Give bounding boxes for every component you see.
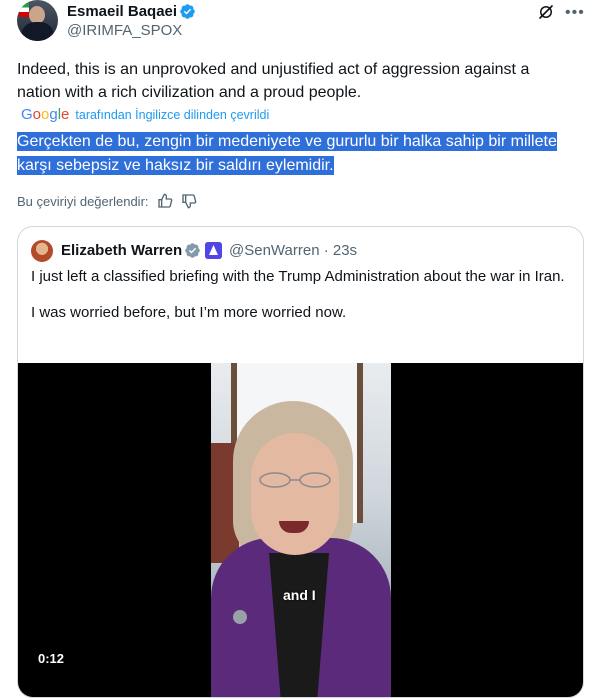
quoted-paragraph-1: I just left a classified briefing with t…: [31, 268, 565, 285]
video-player[interactable]: and I 0:12: [18, 363, 583, 697]
google-logo: Google: [21, 106, 70, 123]
quoted-author-name[interactable]: Elizabeth Warren: [61, 242, 182, 259]
translated-by-label: tarafından İngilizce dilinden çevrildi: [75, 107, 270, 122]
more-icon[interactable]: •••: [565, 5, 585, 21]
translated-text: Gerçekten de bu, zengin bir medeniyete v…: [17, 130, 577, 178]
iran-flag: [19, 3, 29, 17]
tweet-text: Indeed, this is an unprovoked and unjust…: [17, 61, 530, 101]
video-timer: 0:12: [38, 651, 65, 666]
video-frame: [211, 363, 391, 697]
rate-translation-row: Bu çeviriyi değerlendir:: [17, 193, 197, 209]
speaker-glasses: [259, 472, 331, 488]
government-badge-icon: [205, 242, 222, 259]
author-name[interactable]: Esmaeil Baqaei: [67, 3, 177, 20]
translated-text-content: Gerçekten de bu, zengin bir medeniyete v…: [17, 132, 557, 175]
rate-label: Bu çeviriyi değerlendir:: [17, 193, 149, 209]
speaker-pin: [233, 610, 247, 624]
speaker-face: [251, 433, 339, 555]
avatar-suit: [21, 22, 54, 41]
grok-icon[interactable]: [537, 3, 555, 21]
quoted-tweet-card[interactable]: Elizabeth Warren @SenWarren · 23s I just…: [17, 226, 584, 698]
quoted-handle-time[interactable]: @SenWarren · 23s: [229, 242, 357, 259]
quoted-paragraph-2: I was worried before, but I’m more worri…: [31, 304, 347, 321]
author-avatar[interactable]: [17, 0, 58, 41]
video-caption: and I: [283, 587, 316, 603]
gray-verified-icon: [185, 243, 200, 258]
translation-attribution[interactable]: Google tarafından İngilizce dilinden çev…: [21, 106, 269, 123]
thumbs-down-icon[interactable]: [181, 193, 197, 209]
quoted-text: I just left a classified briefing with t…: [31, 267, 571, 339]
quoted-author-avatar[interactable]: [31, 240, 53, 262]
verified-icon: [180, 4, 195, 19]
author-handle[interactable]: @IRIMFA_SPOX: [67, 22, 182, 39]
thumbs-up-icon[interactable]: [157, 193, 173, 209]
